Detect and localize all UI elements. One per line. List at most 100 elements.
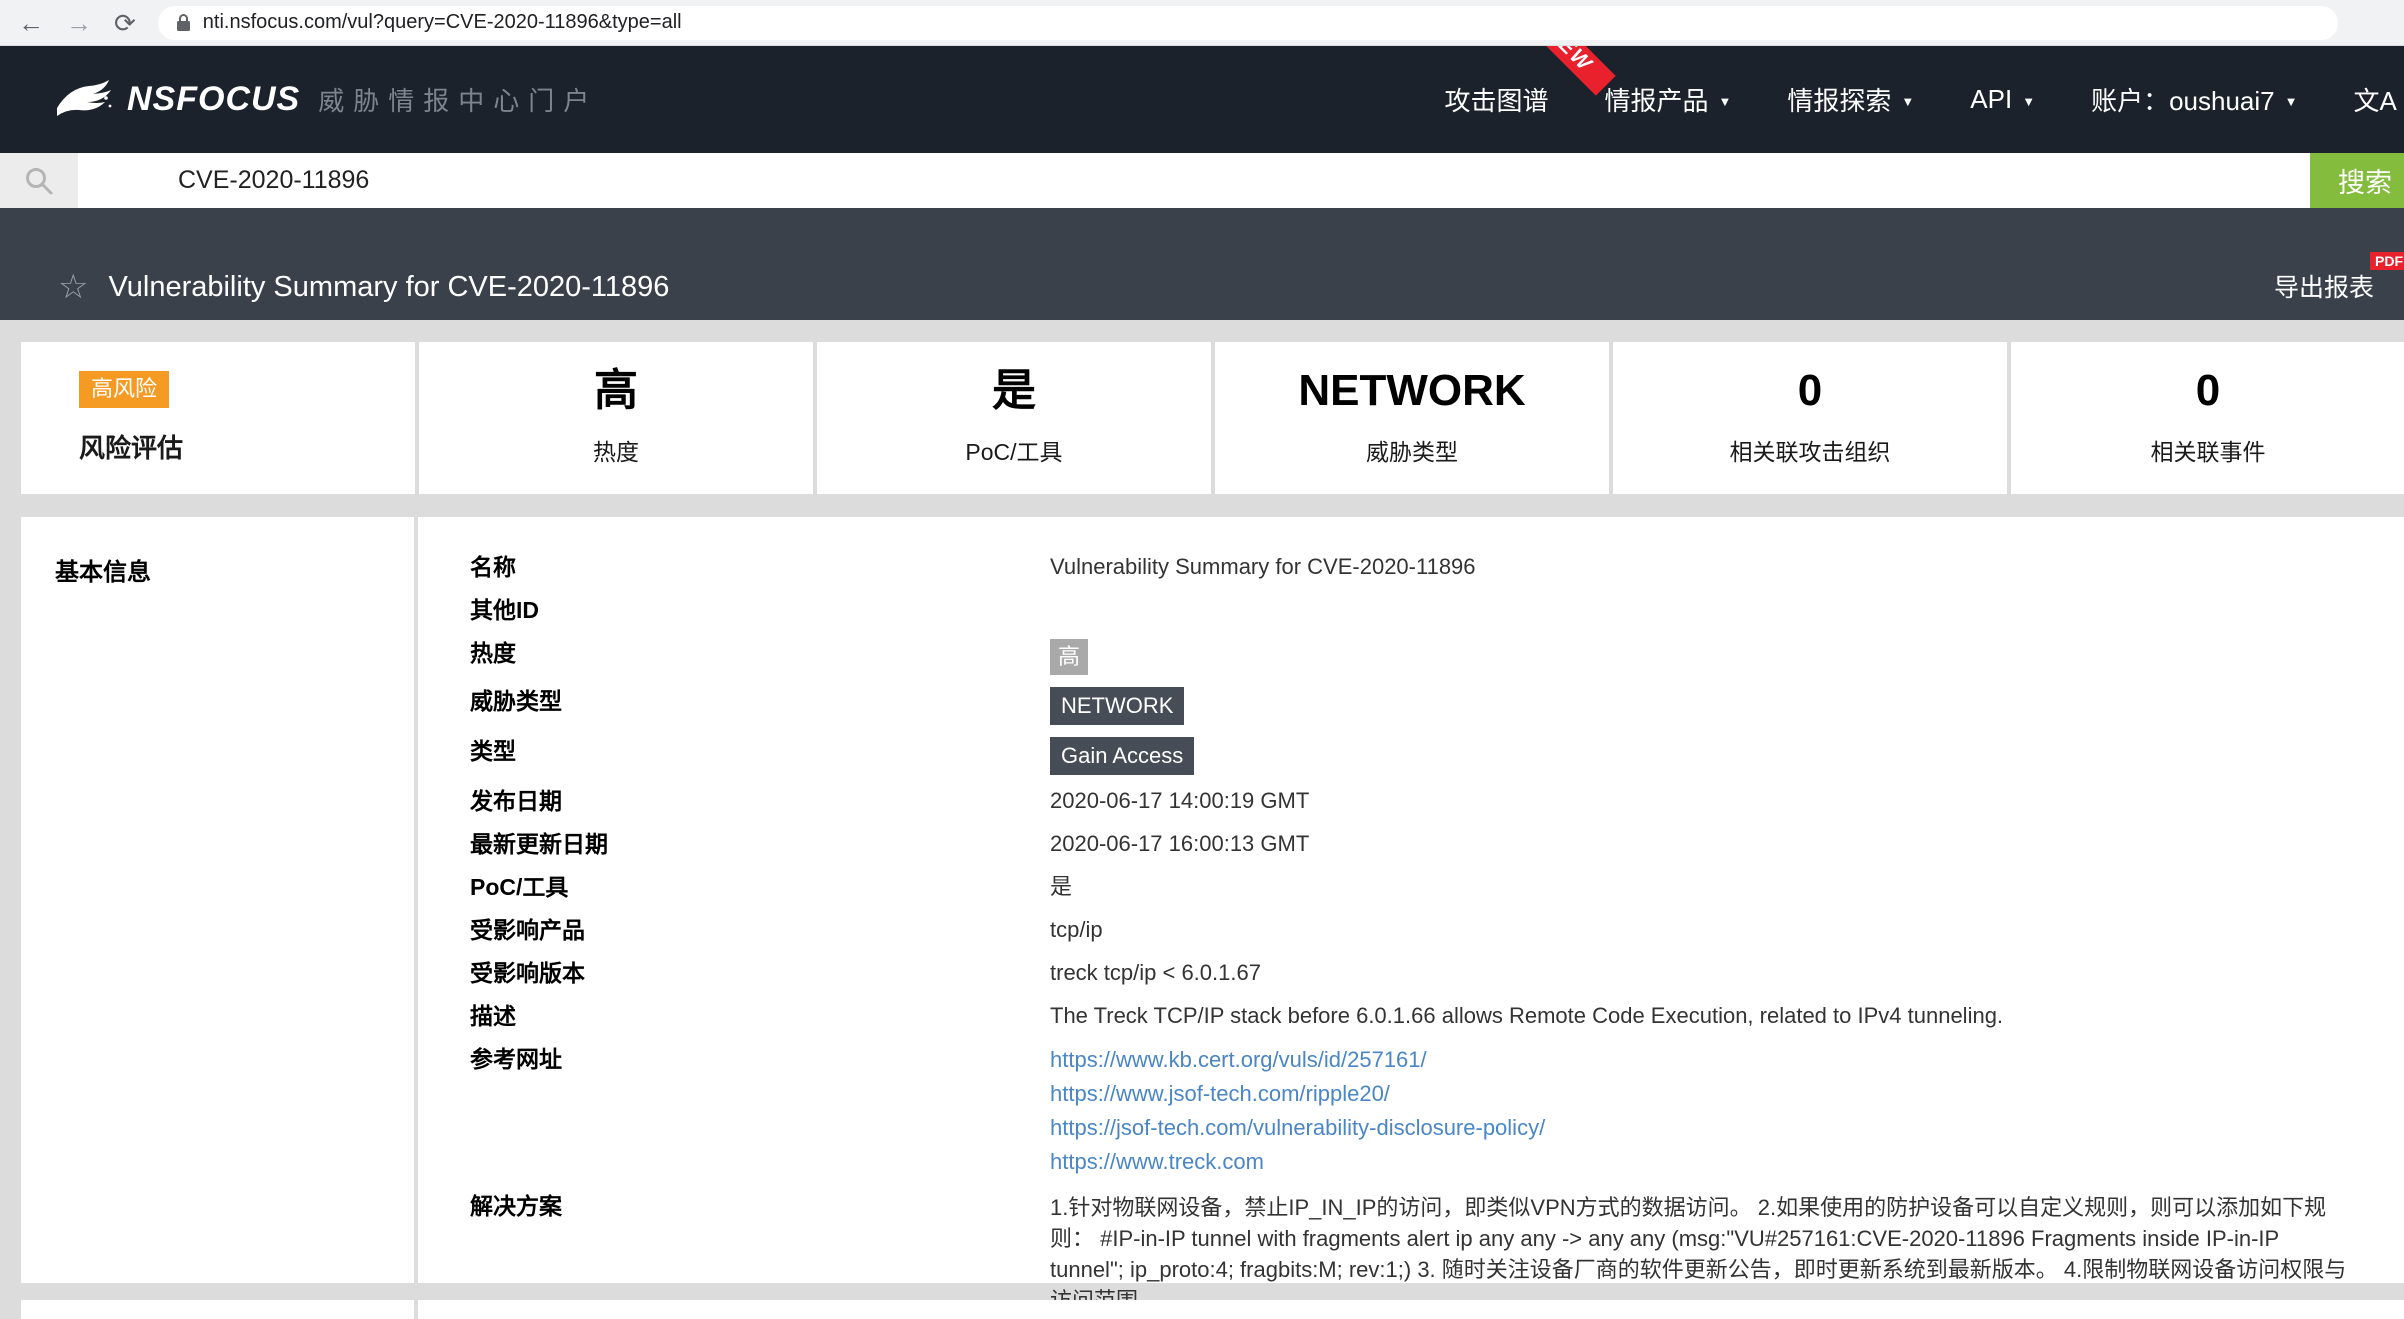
value-badge: Gain Access [1050,737,1194,775]
field-label: 参考网址 [470,1045,1050,1177]
field-value: 是 [1050,873,1072,901]
card-label: 相关联攻击组织 [1730,433,1891,467]
field-value: 1.针对物联网设备，禁止IP_IN_IP的访问，即类似VPN方式的数据访问。 2… [1050,1192,2350,1316]
title-band: ☆ Vulnerability Summary for CVE-2020-118… [0,208,2404,320]
field-label: 热度 [470,639,1050,675]
reload-icon[interactable]: ⟳ [114,10,136,36]
top-navbar: NSFOCUS 威胁情报中心门户 攻击图谱NEW情报产品▼情报探索▼API▼账户… [0,46,2404,153]
card-value: 是 [992,369,1036,413]
reference-links: https://www.kb.cert.org/vuls/id/257161/h… [1050,1045,1545,1177]
nav-item-label: 攻击图谱 [1445,81,1549,118]
nav-item-2[interactable]: 情报产品 ▼ [1605,81,1732,118]
reference-link[interactable]: https://www.jsof-tech.com/ripple20/ [1050,1079,1545,1109]
field-label: 受影响产品 [470,916,1050,944]
field-row: 热度高 [470,639,2404,675]
card-label: 风险评估 [79,428,183,465]
field-value: tcp/ip [1050,916,1103,944]
value-badge: NETWORK [1050,687,1184,725]
page-title: Vulnerability Summary for CVE-2020-11896 [108,271,669,304]
field-label: 类型 [470,737,1050,775]
field-row: 名称Vulnerability Summary for CVE-2020-118… [470,553,2404,581]
risk-level-badge: 高风险 [79,371,169,407]
field-value: The Treck TCP/IP stack before 6.0.1.66 a… [1050,1002,2003,1030]
card-label: 威胁类型 [1366,433,1458,467]
field-row: 受影响产品tcp/ip [470,916,2404,944]
card-label: 热度 [593,433,639,467]
reference-link[interactable]: https://www.treck.com [1050,1147,1545,1177]
field-value: treck tcp/ip < 6.0.1.67 [1050,959,1261,987]
card-value: NETWORK [1298,369,1525,413]
back-icon[interactable]: ← [18,10,44,36]
brand-name: NSFOCUS [127,80,300,119]
field-row: 威胁类型NETWORK [470,687,2404,725]
value-badge: 高 [1050,639,1088,675]
field-row: 受影响版本treck tcp/ip < 6.0.1.67 [470,959,2404,987]
field-row: 解决方案1.针对物联网设备，禁止IP_IN_IP的访问，即类似VPN方式的数据访… [470,1192,2404,1316]
basic-info-sidebar: 基本信息 [21,517,414,1283]
export-pdf-badge: PDF [2370,252,2404,270]
summary-cards: 高风险风险评估高热度是PoC/工具NETWORK威胁类型0相关联攻击组织0相关联… [21,342,2404,494]
reference-link[interactable]: https://jsof-tech.com/vulnerability-disc… [1050,1113,1545,1143]
field-label: 名称 [470,553,1050,581]
field-row: 描述The Treck TCP/IP stack before 6.0.1.66… [470,1002,2404,1030]
lock-icon [176,13,191,32]
export-report-button[interactable]: 导出报表 PDF [2274,268,2374,304]
search-icon-box [0,153,78,208]
search-bar: 搜索 [0,153,2404,208]
favorite-star-icon[interactable]: ☆ [58,270,88,304]
nav-item-3[interactable]: 情报探索 ▼ [1787,81,1914,118]
field-row: PoC/工具是 [470,873,2404,901]
field-value: Vulnerability Summary for CVE-2020-11896 [1050,553,1476,581]
summary-card-3: 是 PoC/工具 [817,342,1211,494]
portal-tagline: 威胁情报中心门户 [318,81,598,118]
reference-link[interactable]: https://www.kb.cert.org/vuls/id/257161/ [1050,1045,1545,1075]
summary-card-1: 高风险风险评估 [21,342,415,494]
field-label: PoC/工具 [470,873,1050,901]
field-label: 威胁类型 [470,687,1050,725]
field-value: 2020-06-17 16:00:13 GMT [1050,830,1309,858]
nav-item-5[interactable]: 账户：oushuai7 ▼ [2091,81,2297,118]
field-label: 描述 [470,1002,1050,1030]
card-value: 0 [2196,369,2220,413]
summary-card-2: 高热度 [419,342,813,494]
nav-item-label: 情报探索 [1787,81,1891,118]
nav-item-label: API [1970,84,2012,115]
field-row: 参考网址https://www.kb.cert.org/vuls/id/2571… [470,1045,2404,1177]
nav-menu: 攻击图谱NEW 情报产品 ▼ 情报探索 ▼ API ▼ 账户：oushuai7 ▼ 文A E [1445,81,2404,118]
field-label: 其他ID [470,596,1050,624]
brand[interactable]: NSFOCUS [55,78,300,122]
url-bar[interactable]: nti.nsfocus.com/vul?query=CVE-2020-11896… [158,6,2338,40]
field-label: 发布日期 [470,787,1050,815]
field-label: 受影响版本 [470,959,1050,987]
search-button[interactable]: 搜索 [2310,153,2404,208]
nav-item-label: 情报产品 [1605,81,1709,118]
field-row: 发布日期2020-06-17 14:00:19 GMT [470,787,2404,815]
summary-card-4: NETWORK 威胁类型 [1215,342,1609,494]
chevron-down-icon: ▼ [1719,94,1732,109]
card-label: 相关联事件 [2151,433,2266,467]
field-row: 其他ID [470,596,2404,624]
field-row: 最新更新日期2020-06-17 16:00:13 GMT [470,830,2404,858]
forward-icon[interactable]: → [66,10,92,36]
translate-icon: 文A E [2354,81,2404,118]
nav-item-4[interactable]: API ▼ [1970,84,2035,115]
card-value: 高 [594,369,638,413]
next-section-panel [418,1300,2404,1319]
card-label: PoC/工具 [965,433,1062,467]
nav-item-6[interactable]: 文A E [2354,81,2404,118]
summary-card-5: 0相关联攻击组织 [1613,342,2007,494]
nsfocus-logo-icon [55,78,113,122]
chevron-down-icon: ▼ [1901,94,1914,109]
field-value: 2020-06-17 14:00:19 GMT [1050,787,1309,815]
nav-item-1[interactable]: 攻击图谱NEW [1445,81,1549,118]
summary-card-6: 0 相关联事件 [2011,342,2404,494]
url-text: nti.nsfocus.com/vul?query=CVE-2020-11896… [203,11,682,34]
chevron-down-icon: ▼ [2022,94,2035,109]
search-icon [24,166,54,196]
browser-toolbar: ← → ⟳ nti.nsfocus.com/vul?query=CVE-2020… [0,0,2404,46]
search-input[interactable] [78,153,2310,208]
section-title: 基本信息 [55,559,151,586]
nav-item-label: 账户：oushuai7 [2091,81,2275,118]
chevron-down-icon: ▼ [2285,94,2298,109]
basic-info-panel: 名称Vulnerability Summary for CVE-2020-118… [418,517,2404,1283]
